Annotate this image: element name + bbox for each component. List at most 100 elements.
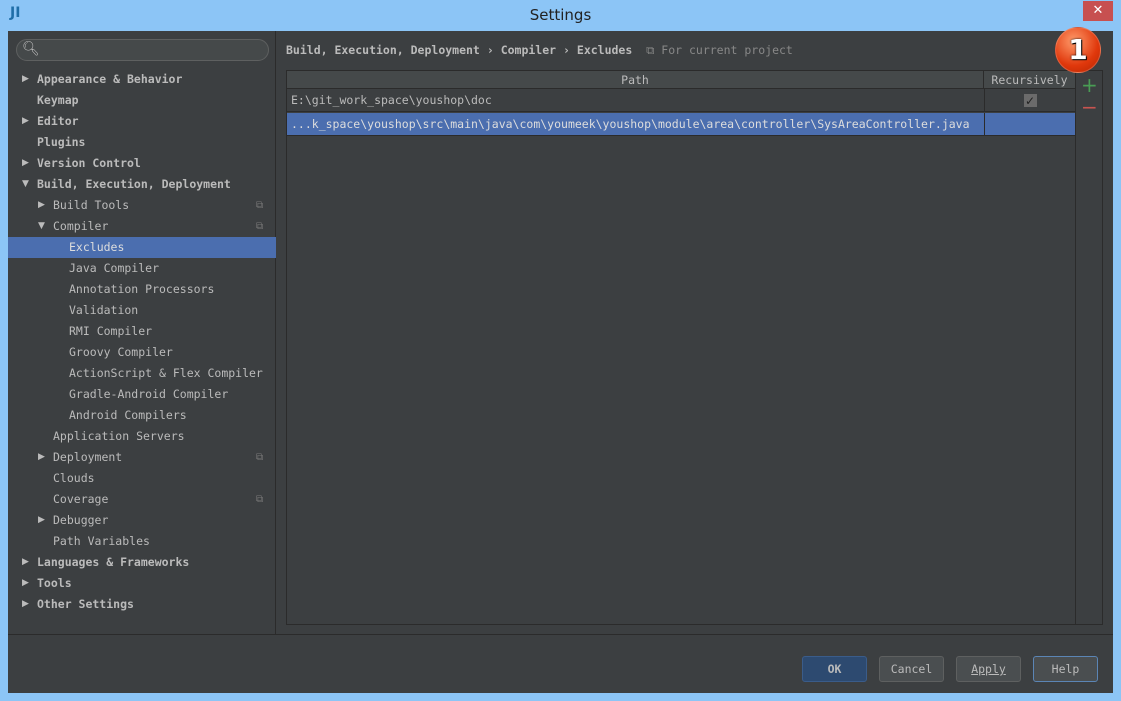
project-scope-label: For current project — [661, 43, 793, 57]
collapsed-arrow-icon[interactable]: ▶ — [22, 552, 29, 573]
window-title: Settings — [529, 6, 592, 24]
project-copy-icon: ⧉ — [256, 452, 264, 463]
tree-item-label: Build Tools — [53, 198, 130, 212]
column-header-path[interactable]: Path — [287, 71, 984, 89]
tree-item-label: Gradle-Android Compiler — [69, 387, 229, 401]
collapsed-arrow-icon[interactable]: ▶ — [22, 594, 29, 615]
project-copy-icon: ⧉ — [256, 221, 264, 232]
breadcrumb: Build, Execution, Deployment › Compiler … — [286, 43, 793, 58]
tree-item-label: Android Compilers — [69, 408, 187, 422]
tree-item[interactable]: Clouds — [8, 468, 276, 489]
tree-item[interactable]: Application Servers — [8, 426, 276, 447]
tree-item[interactable]: Gradle-Android Compiler — [8, 384, 276, 405]
tree-item-label: Application Servers — [53, 429, 185, 443]
tree-item-label: Tools — [37, 576, 72, 590]
breadcrumb-item: Compiler — [500, 43, 557, 57]
tree-item-label: Debugger — [53, 513, 109, 527]
tree-item-label: Languages & Frameworks — [37, 555, 190, 569]
table-row[interactable]: E:\git_work_space\youshop\doc ✓ — [287, 89, 1075, 112]
path-cell[interactable]: E:\git_work_space\youshop\doc — [291, 89, 981, 112]
path-cell[interactable]: ...k_space\youshop\src\main\java\com\you… — [291, 113, 981, 136]
tree-item[interactable]: ▶ Deployment ⧉ — [8, 447, 276, 468]
tree-item[interactable]: ▶ Version Control — [8, 153, 276, 174]
tree-item-label: Editor — [37, 114, 79, 128]
check-icon: ✓ — [1023, 94, 1037, 108]
tree-item[interactable]: Validation — [8, 300, 276, 321]
remove-button[interactable]: − — [1081, 95, 1098, 119]
tree-item[interactable]: Groovy Compiler — [8, 342, 276, 363]
tree-item-label: RMI Compiler — [69, 324, 153, 338]
collapsed-arrow-icon[interactable]: ▶ — [22, 69, 29, 90]
add-button[interactable]: + — [1081, 73, 1098, 97]
tree-item[interactable]: Plugins — [8, 132, 276, 153]
help-button[interactable]: Help — [1033, 656, 1098, 682]
collapsed-arrow-icon[interactable]: ▶ — [38, 195, 45, 216]
excludes-table: Path Recursively E:\git_work_space\yoush… — [286, 70, 1076, 625]
breadcrumb-item: Build, Execution, Deployment — [286, 43, 480, 57]
search-input[interactable]: 🔍︎ — [16, 39, 269, 61]
recursively-checkbox[interactable] — [984, 113, 1075, 136]
tree-item-label: Keymap — [37, 93, 79, 107]
tree-item[interactable]: ▶ Build Tools ⧉ — [8, 195, 276, 216]
tree-item-label: Annotation Processors — [69, 282, 215, 296]
collapsed-arrow-icon[interactable]: ▶ — [22, 573, 29, 594]
tree-item-label: Build, Execution, Deployment — [37, 177, 231, 191]
tree-item-label: ActionScript & Flex Compiler — [69, 366, 263, 380]
expanded-arrow-icon[interactable]: ▼ — [38, 216, 45, 237]
tree-item[interactable]: ▶ Appearance & Behavior — [8, 69, 276, 90]
tree-item[interactable]: Java Compiler — [8, 258, 276, 279]
tree-item[interactable]: Path Variables — [8, 531, 276, 552]
tree-item[interactable]: Annotation Processors — [8, 279, 276, 300]
collapsed-arrow-icon[interactable]: ▶ — [22, 153, 29, 174]
breadcrumb-item: Excludes — [576, 43, 633, 57]
tree-item-label: Coverage — [53, 492, 109, 506]
tree-item[interactable]: ▶ Editor — [8, 111, 276, 132]
tree-item-label: Compiler — [53, 219, 109, 233]
tree-item[interactable]: Coverage ⧉ — [8, 489, 276, 510]
project-icon: ⧉ — [639, 43, 655, 57]
table-toolbar: + − — [1076, 70, 1103, 625]
project-copy-icon: ⧉ — [256, 200, 264, 211]
settings-content: 🔍︎ ▶ Appearance & Behavior Keymap ▶ Editor Pl… — [8, 27, 1113, 693]
tree-item-label: Other Settings — [37, 597, 134, 611]
collapsed-arrow-icon[interactable]: ▶ — [38, 447, 45, 468]
tree-item[interactable]: ▶ Languages & Frameworks — [8, 552, 276, 573]
tree-item-label: Appearance & Behavior — [37, 72, 183, 86]
title-bar: JI Settings ✕ — [0, 0, 1121, 31]
collapsed-arrow-icon[interactable]: ▶ — [38, 510, 45, 531]
tree-item[interactable]: Keymap — [8, 90, 276, 111]
sidebar: 🔍︎ ▶ Appearance & Behavior Keymap ▶ Editor Pl… — [8, 31, 276, 634]
tree-item-label: Validation — [69, 303, 139, 317]
tree-item-label: Excludes — [69, 240, 125, 254]
close-button[interactable]: ✕ — [1083, 1, 1113, 21]
breadcrumb-separator: › — [563, 43, 570, 57]
tree-item-label: Plugins — [37, 135, 86, 149]
tree-item-label: Deployment — [53, 450, 123, 464]
cancel-button[interactable]: Cancel — [879, 656, 944, 682]
tree-item-label: Path Variables — [53, 534, 150, 548]
tree-item[interactable]: ▶ Other Settings — [8, 594, 276, 615]
tree-item[interactable]: ▶ Tools — [8, 573, 276, 594]
tree-item[interactable]: RMI Compiler — [8, 321, 276, 342]
tree-item[interactable]: Android Compilers — [8, 405, 276, 426]
expanded-arrow-icon[interactable]: ▼ — [22, 174, 29, 195]
collapsed-arrow-icon[interactable]: ▶ — [22, 111, 29, 132]
tree-item[interactable]: Excludes — [8, 237, 276, 258]
apply-button[interactable]: Apply — [956, 656, 1021, 682]
tree-item[interactable]: ▶ Debugger — [8, 510, 276, 531]
tree-item-label: Java Compiler — [69, 261, 160, 275]
tree-item[interactable]: ActionScript & Flex Compiler — [8, 363, 276, 384]
tree-item-label: Groovy Compiler — [69, 345, 173, 359]
tree-item[interactable]: ▼ Build, Execution, Deployment — [8, 174, 276, 195]
breadcrumb-separator: › — [486, 43, 494, 57]
search-icon: 🔍︎ — [22, 41, 40, 57]
column-header-recursively[interactable]: Recursively — [984, 71, 1075, 89]
tree-item[interactable]: ▼ Compiler ⧉ — [8, 216, 276, 237]
table-row[interactable]: ...k_space\youshop\src\main\java\com\you… — [287, 113, 1075, 136]
divider — [8, 634, 1113, 635]
project-copy-icon: ⧉ — [256, 494, 264, 505]
recursively-checkbox[interactable]: ✓ — [984, 89, 1075, 112]
tree-item-label: Version Control — [37, 156, 141, 170]
ok-button[interactable]: OK — [802, 656, 867, 682]
annotation-badge: 1 — [1055, 27, 1101, 73]
